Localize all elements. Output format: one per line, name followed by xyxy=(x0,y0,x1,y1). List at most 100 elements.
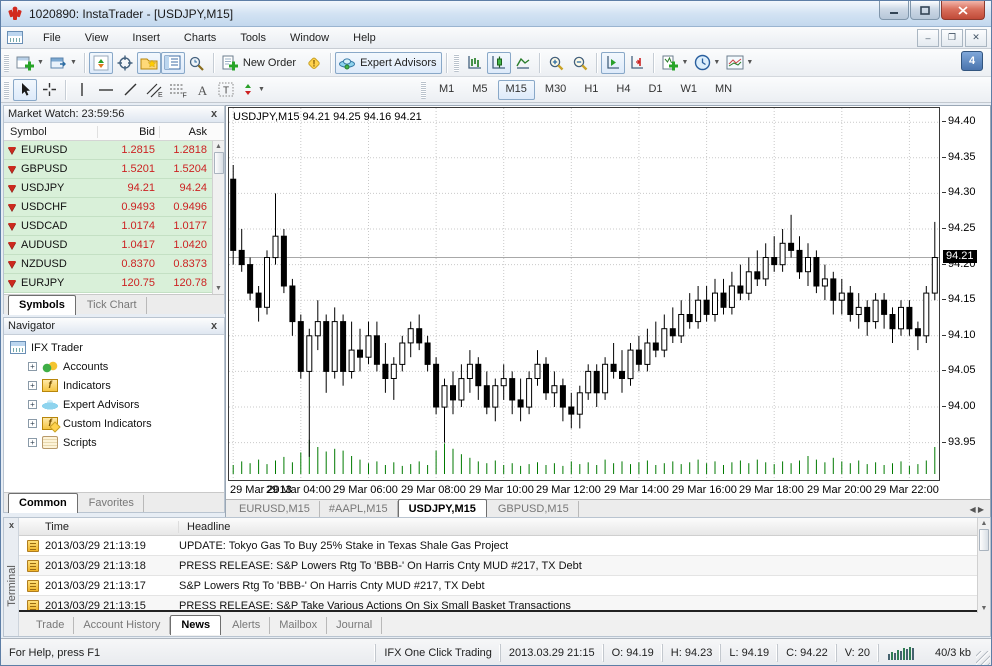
time-axis[interactable]: 29 Mar 201329 Mar 04:0029 Mar 06:0029 Ma… xyxy=(228,483,940,498)
toolbar-grip[interactable] xyxy=(4,81,9,99)
market-watch-row[interactable]: EURUSD 1.2815 1.2818 xyxy=(4,141,224,160)
trendline-tool-button[interactable] xyxy=(118,79,142,101)
timeframe-button[interactable]: M5 xyxy=(464,80,495,100)
bid-column-header[interactable]: Bid xyxy=(97,126,159,138)
tab-scroll-icons[interactable]: ◀ ▶ xyxy=(969,505,984,514)
chart-window-icon[interactable] xyxy=(7,31,23,44)
notifications-badge[interactable]: 4 xyxy=(961,51,983,71)
minimize-button[interactable] xyxy=(879,1,909,20)
news-scrollbar[interactable]: ▲ ▼ xyxy=(977,518,990,614)
expand-plus-icon[interactable]: + xyxy=(28,438,37,447)
strategy-tester-button[interactable] xyxy=(185,52,209,74)
menu-item[interactable]: Charts xyxy=(172,29,228,47)
toolbar-grip[interactable] xyxy=(4,54,9,72)
close-icon[interactable]: x xyxy=(208,320,220,332)
terminal-tab[interactable]: Alerts xyxy=(223,617,270,634)
chart-tab[interactable]: EURUSD,M15 xyxy=(230,501,320,518)
mdi-close-button[interactable]: ✕ xyxy=(965,29,987,47)
terminal-tab[interactable]: Account History xyxy=(74,617,170,634)
terminal-tab[interactable]: Mailbox xyxy=(270,617,327,634)
symbol-column-header[interactable]: Symbol xyxy=(4,126,97,138)
market-watch-row[interactable]: USDCAD 1.0174 1.0177 xyxy=(4,217,224,236)
important-button[interactable]: ! xyxy=(302,52,326,74)
bar-chart-type-button[interactable] xyxy=(463,52,487,74)
navigator-item[interactable]: + Indicators xyxy=(10,376,224,395)
indicators-button[interactable]: ▼ xyxy=(658,52,691,74)
zoom-in-button[interactable] xyxy=(544,52,568,74)
timeframe-button[interactable]: H4 xyxy=(608,80,638,100)
expert-advisors-button[interactable]: Expert Advisors xyxy=(335,52,442,74)
timeframe-button[interactable]: M30 xyxy=(537,80,574,100)
market-watch-tab[interactable]: Symbols xyxy=(8,295,76,315)
mdi-minimize-button[interactable]: – xyxy=(917,29,939,47)
profiles-button[interactable]: ▼ xyxy=(47,52,80,74)
scroll-down-icon[interactable]: ▼ xyxy=(215,283,222,294)
timeframe-button[interactable]: H1 xyxy=(576,80,606,100)
timeframe-button[interactable]: W1 xyxy=(673,80,706,100)
menu-item[interactable]: Tools xyxy=(228,29,278,47)
timeframe-button[interactable]: M15 xyxy=(498,80,535,100)
market-watch-toggle-button[interactable] xyxy=(89,52,113,74)
navigator-item[interactable]: + Custom Indicators xyxy=(10,414,224,433)
chart-tab[interactable]: USDJPY,M15 xyxy=(398,499,487,519)
text-tool-button[interactable]: A xyxy=(190,79,214,101)
zoom-out-button[interactable] xyxy=(568,52,592,74)
toolbar-grip[interactable] xyxy=(454,54,459,72)
close-icon[interactable]: x xyxy=(208,108,220,120)
status-trading-mode[interactable]: IFX One Click Trading xyxy=(375,644,500,662)
news-row[interactable]: 2013/03/29 21:13:18 PRESS RELEASE: S&P L… xyxy=(19,556,977,576)
horizontal-line-tool-button[interactable] xyxy=(94,79,118,101)
data-window-button[interactable] xyxy=(113,52,137,74)
market-watch-row[interactable]: USDJPY 94.21 94.24 xyxy=(4,179,224,198)
market-watch-row[interactable]: GBPUSD 1.5201 1.5204 xyxy=(4,160,224,179)
timeframe-button[interactable]: MN xyxy=(707,80,740,100)
candlestick-chart[interactable] xyxy=(229,108,939,480)
periods-button[interactable]: ▼ xyxy=(691,52,723,74)
menu-item[interactable]: File xyxy=(31,29,73,47)
market-watch-row[interactable]: NZDUSD 0.8370 0.8373 xyxy=(4,255,224,274)
news-row[interactable]: 2013/03/29 21:13:17 S&P Lowers Rtg To 'B… xyxy=(19,576,977,596)
templates-button[interactable]: ▼ xyxy=(723,52,756,74)
expand-plus-icon[interactable]: + xyxy=(28,419,37,428)
expand-plus-icon[interactable]: + xyxy=(28,381,37,390)
arrows-tool-button[interactable]: ▼ xyxy=(238,79,268,101)
text-label-tool-button[interactable]: T xyxy=(214,79,238,101)
time-column-header[interactable]: Time xyxy=(19,521,179,533)
news-row[interactable]: 2013/03/29 21:13:19 UPDATE: Tokyo Gas To… xyxy=(19,536,977,556)
navigator-item[interactable]: + Accounts xyxy=(10,357,224,376)
timeframe-button[interactable]: M1 xyxy=(431,80,462,100)
menu-item[interactable]: Insert xyxy=(120,29,172,47)
line-chart-type-button[interactable] xyxy=(511,52,535,74)
price-axis[interactable]: 94.4094.3594.3094.2594.2094.1594.1094.05… xyxy=(942,107,992,481)
toolbar-grip[interactable] xyxy=(421,81,426,99)
menu-item[interactable]: Window xyxy=(278,29,341,47)
close-button[interactable] xyxy=(941,1,985,20)
auto-scroll-button[interactable] xyxy=(601,52,625,74)
terminal-tab[interactable]: News xyxy=(170,615,221,635)
navigator-tab[interactable]: Favorites xyxy=(80,495,144,512)
market-watch-row[interactable]: AUDUSD 1.0417 1.0420 xyxy=(4,236,224,255)
navigator-item[interactable]: + Scripts xyxy=(10,433,224,452)
market-watch-tab[interactable]: Tick Chart xyxy=(78,297,147,314)
scrollbar-thumb[interactable] xyxy=(214,152,224,174)
scroll-up-icon[interactable]: ▲ xyxy=(215,141,222,152)
chart-shift-button[interactable] xyxy=(625,52,649,74)
news-row[interactable]: 2013/03/29 21:13:15 PRESS RELEASE: S&P T… xyxy=(19,596,977,610)
menu-item[interactable]: Help xyxy=(341,29,388,47)
crosshair-tool-button[interactable] xyxy=(37,79,61,101)
new-chart-button[interactable]: ▼ xyxy=(13,52,47,74)
candlestick-chart-type-button[interactable] xyxy=(487,52,511,74)
scroll-up-icon[interactable]: ▲ xyxy=(981,518,988,529)
navigator-item[interactable]: + Expert Advisors xyxy=(10,395,224,414)
terminal-toggle-button[interactable] xyxy=(161,52,185,74)
resize-grip[interactable] xyxy=(976,651,990,665)
timeframe-button[interactable]: D1 xyxy=(640,80,670,100)
chart-plot-area[interactable]: USDJPY,M15 94.21 94.25 94.16 94.21 xyxy=(228,107,940,481)
new-order-button[interactable]: New Order xyxy=(218,52,302,74)
scrollbar-thumb[interactable] xyxy=(979,529,989,551)
fibonacci-tool-button[interactable]: F xyxy=(166,79,190,101)
vertical-line-tool-button[interactable] xyxy=(70,79,94,101)
terminal-tab[interactable]: Trade xyxy=(27,617,74,634)
expand-plus-icon[interactable]: + xyxy=(28,400,37,409)
expand-plus-icon[interactable]: + xyxy=(28,362,37,371)
